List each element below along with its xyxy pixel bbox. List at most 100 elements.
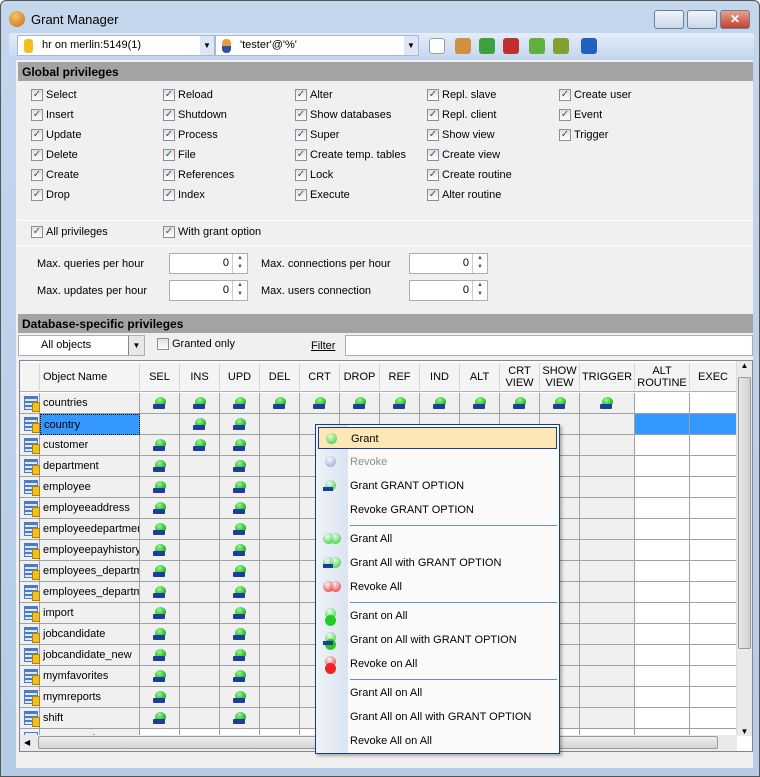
privilege-checkbox-lock[interactable]: ✓ Lock bbox=[295, 169, 333, 181]
column-header[interactable]: CRT bbox=[300, 363, 340, 392]
menu-item-grant-all-on-all[interactable]: Grant All on All bbox=[318, 682, 557, 704]
column-header[interactable]: UPD bbox=[220, 363, 260, 392]
privilege-cell-trigger[interactable] bbox=[580, 582, 635, 603]
object-name-cell[interactable]: employees_department bbox=[40, 582, 140, 603]
connection-select[interactable]: hr on merlin:5149(1) ▼ bbox=[17, 35, 215, 56]
spin-buttons[interactable]: ▲ ▼ bbox=[232, 254, 247, 273]
privilege-cell-del[interactable] bbox=[260, 666, 300, 687]
privilege-cell-ins[interactable] bbox=[180, 477, 220, 498]
privilege-cell-sel[interactable] bbox=[140, 708, 180, 729]
privilege-cell-sel[interactable] bbox=[140, 456, 180, 477]
privilege-cell-upd[interactable] bbox=[220, 666, 260, 687]
privilege-cell-del[interactable] bbox=[260, 540, 300, 561]
privilege-cell-ins[interactable] bbox=[180, 666, 220, 687]
privilege-cell-del[interactable] bbox=[260, 624, 300, 645]
privilege-cell-del[interactable] bbox=[260, 645, 300, 666]
chevron-down-icon[interactable]: ▼ bbox=[200, 36, 214, 55]
privilege-cell-upd[interactable] bbox=[220, 624, 260, 645]
object-name-cell[interactable]: department bbox=[40, 456, 140, 477]
privilege-cell-sel[interactable] bbox=[140, 519, 180, 540]
privilege-checkbox-create-view[interactable]: ✓ Create view bbox=[427, 149, 500, 161]
privilege-cell-ref[interactable] bbox=[380, 393, 420, 414]
scroll-up-icon[interactable]: ▲ bbox=[737, 361, 752, 377]
object-name-cell[interactable]: employeeaddress bbox=[40, 498, 140, 519]
privilege-cell-exec[interactable] bbox=[690, 708, 737, 729]
privilege-cell-trigger[interactable] bbox=[580, 435, 635, 456]
add-user-icon[interactable] bbox=[479, 38, 495, 54]
privilege-cell-show-view[interactable] bbox=[540, 393, 580, 414]
privilege-cell-exec[interactable] bbox=[690, 582, 737, 603]
privilege-cell-del[interactable] bbox=[260, 582, 300, 603]
privilege-cell-sel[interactable] bbox=[140, 540, 180, 561]
privilege-cell-del[interactable] bbox=[260, 561, 300, 582]
privilege-cell-alt-routine[interactable] bbox=[635, 687, 690, 708]
minimize-button[interactable] bbox=[654, 10, 684, 29]
privilege-cell-upd[interactable] bbox=[220, 435, 260, 456]
privilege-cell-ins[interactable] bbox=[180, 624, 220, 645]
privilege-cell-del[interactable] bbox=[260, 603, 300, 624]
privilege-checkbox-select[interactable]: ✓ Select bbox=[31, 89, 77, 101]
privilege-cell-ins[interactable] bbox=[180, 519, 220, 540]
column-header[interactable]: DROP bbox=[340, 363, 380, 392]
privilege-cell-del[interactable] bbox=[260, 477, 300, 498]
privilege-checkbox-create[interactable]: ✓ Create bbox=[31, 169, 79, 181]
column-header[interactable]: SEL bbox=[140, 363, 180, 392]
privilege-cell-exec[interactable] bbox=[690, 624, 737, 645]
with-grant-option-checkbox[interactable]: ✓ With grant option bbox=[163, 226, 261, 238]
privilege-cell-sel[interactable] bbox=[140, 414, 180, 435]
privilege-cell-sel[interactable] bbox=[140, 645, 180, 666]
object-name-cell[interactable]: country bbox=[40, 414, 140, 435]
privilege-cell-trigger[interactable] bbox=[580, 603, 635, 624]
privilege-checkbox-event[interactable]: ✓ Event bbox=[559, 109, 602, 121]
spin-buttons[interactable]: ▲ ▼ bbox=[472, 254, 487, 273]
privilege-cell-del[interactable] bbox=[260, 687, 300, 708]
edit-user-icon[interactable] bbox=[455, 38, 471, 54]
privilege-cell-trigger[interactable] bbox=[580, 708, 635, 729]
privilege-cell-upd[interactable] bbox=[220, 561, 260, 582]
privilege-checkbox-create-user[interactable]: ✓ Create user bbox=[559, 89, 631, 101]
privilege-cell-upd[interactable] bbox=[220, 603, 260, 624]
privilege-cell-ind[interactable] bbox=[420, 393, 460, 414]
object-name-cell[interactable]: customer bbox=[40, 435, 140, 456]
privilege-cell-exec[interactable] bbox=[690, 519, 737, 540]
chevron-down-icon[interactable]: ▼ bbox=[128, 336, 144, 355]
privilege-cell-upd[interactable] bbox=[220, 708, 260, 729]
column-header[interactable]: IND bbox=[420, 363, 460, 392]
privilege-cell-ins[interactable] bbox=[180, 540, 220, 561]
column-header[interactable]: REF bbox=[380, 363, 420, 392]
privilege-cell-del[interactable] bbox=[260, 393, 300, 414]
column-header[interactable]: ALT ROUTINE bbox=[635, 363, 690, 392]
privilege-checkbox-alter-routine[interactable]: ✓ Alter routine bbox=[427, 189, 501, 201]
privilege-cell-sel[interactable] bbox=[140, 687, 180, 708]
privilege-cell-exec[interactable] bbox=[690, 687, 737, 708]
privilege-cell-crt[interactable] bbox=[300, 393, 340, 414]
menu-item-grant-all-with-grant-option[interactable]: Grant All with GRANT OPTION bbox=[318, 552, 557, 574]
spin-buttons[interactable]: ▲ ▼ bbox=[472, 281, 487, 300]
revoke-icon[interactable] bbox=[553, 38, 569, 54]
privilege-cell-exec[interactable] bbox=[690, 498, 737, 519]
privilege-cell-ins[interactable] bbox=[180, 687, 220, 708]
privilege-checkbox-shutdown[interactable]: ✓ Shutdown bbox=[163, 109, 227, 121]
privilege-cell-alt[interactable] bbox=[460, 393, 500, 414]
privilege-cell-drop[interactable] bbox=[340, 393, 380, 414]
privilege-checkbox-references[interactable]: ✓ References bbox=[163, 169, 234, 181]
column-header[interactable]: ALT bbox=[460, 363, 500, 392]
filter-input[interactable] bbox=[345, 335, 753, 356]
privilege-cell-ins[interactable] bbox=[180, 414, 220, 435]
privilege-cell-sel[interactable] bbox=[140, 624, 180, 645]
privilege-checkbox-file[interactable]: ✓ File bbox=[163, 149, 196, 161]
chevron-down-icon[interactable]: ▼ bbox=[404, 36, 418, 55]
privilege-cell-exec[interactable] bbox=[690, 540, 737, 561]
privilege-cell-trigger[interactable] bbox=[580, 624, 635, 645]
privilege-cell-alt-routine[interactable] bbox=[635, 624, 690, 645]
privilege-cell-del[interactable] bbox=[260, 456, 300, 477]
privilege-checkbox-process[interactable]: ✓ Process bbox=[163, 129, 218, 141]
privilege-cell-exec[interactable] bbox=[690, 456, 737, 477]
object-name-cell[interactable]: countries bbox=[40, 393, 140, 414]
privilege-cell-sel[interactable] bbox=[140, 393, 180, 414]
privilege-cell-upd[interactable] bbox=[220, 582, 260, 603]
privilege-cell-trigger[interactable] bbox=[580, 456, 635, 477]
privilege-checkbox-index[interactable]: ✓ Index bbox=[163, 189, 205, 201]
privilege-cell-sel[interactable] bbox=[140, 477, 180, 498]
privilege-cell-alt-routine[interactable] bbox=[635, 477, 690, 498]
